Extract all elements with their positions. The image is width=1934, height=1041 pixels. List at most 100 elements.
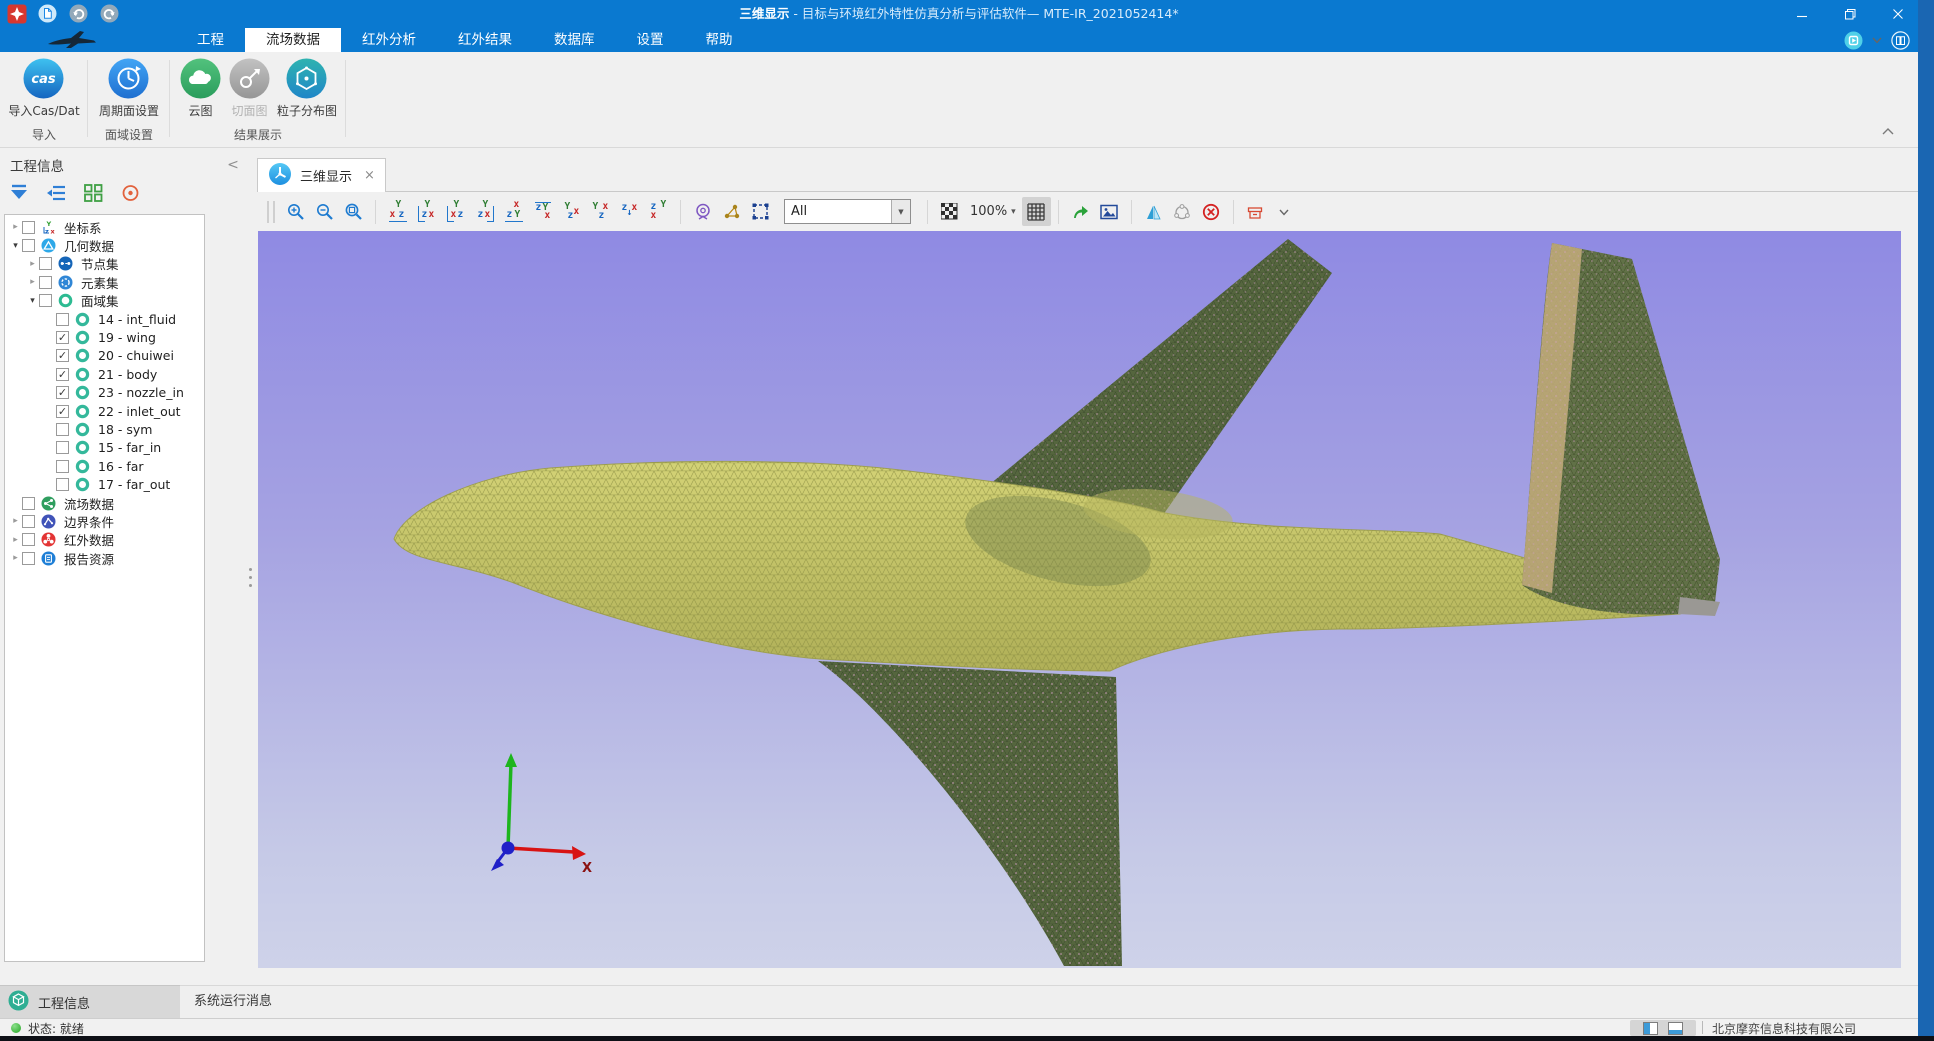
menu-tab-settings[interactable]: 设置 [616, 28, 685, 52]
view-iso-4-button[interactable]: zYx [644, 197, 673, 226]
close-button[interactable] [1882, 2, 1914, 26]
menu-tab-project[interactable]: 工程 [176, 28, 245, 52]
tree-checkbox-far-in[interactable] [56, 441, 69, 454]
undo-icon[interactable] [68, 3, 89, 24]
grid-toggle-button[interactable] [1022, 197, 1051, 226]
project-info-footer-button[interactable]: 工程信息 [0, 985, 180, 1018]
tree-item-chuiwei[interactable]: ✓20 - chuiwei [5, 347, 204, 365]
tree-checkbox-sym[interactable] [56, 423, 69, 436]
menu-tab-infrared-results[interactable]: 红外结果 [437, 28, 533, 52]
menu-tab-help[interactable]: 帮助 [685, 28, 754, 52]
tree-item-flow-field-data[interactable]: 流场数据 [5, 494, 204, 512]
tree-checkbox-chuiwei[interactable]: ✓ [56, 349, 69, 362]
chevron-down-icon[interactable] [1870, 33, 1884, 47]
view-back-button[interactable]: Yzx [412, 197, 441, 226]
panel-tool-locate[interactable] [117, 180, 143, 206]
media-icon[interactable] [1844, 31, 1863, 50]
menu-tab-infrared-analysis[interactable]: 红外分析 [341, 28, 437, 52]
package-button[interactable] [1241, 197, 1270, 226]
tree-item-body[interactable]: ✓21 - body [5, 365, 204, 383]
tree-item-coordinate-system[interactable]: ▸Yzx坐标系 [5, 218, 204, 236]
molecule-button[interactable] [717, 197, 746, 226]
tree-expander-icon[interactable]: ▸ [9, 516, 22, 526]
panel-left-toggle-icon[interactable] [1643, 1022, 1658, 1035]
tree-expander-icon[interactable]: ▾ [9, 241, 22, 251]
clear-button[interactable] [1197, 197, 1226, 226]
tree-expander-icon[interactable]: ▸ [9, 553, 22, 563]
tree-checkbox-boundary-conditions[interactable] [22, 515, 35, 528]
tree-checkbox-element-set[interactable] [39, 276, 52, 289]
zoom-in-button[interactable] [281, 197, 310, 226]
mirror-button[interactable] [1139, 197, 1168, 226]
tree-item-boundary-conditions[interactable]: ▸边界条件 [5, 512, 204, 530]
restore-button[interactable] [1834, 2, 1866, 26]
tree-item-sym[interactable]: 18 - sym [5, 420, 204, 438]
probe-button[interactable] [688, 197, 717, 226]
tree-item-far[interactable]: 16 - far [5, 457, 204, 475]
tree-item-far-in[interactable]: 15 - far_in [5, 439, 204, 457]
tree-checkbox-far-out[interactable] [56, 478, 69, 491]
tree-checkbox-int-fluid[interactable] [56, 313, 69, 326]
background-button[interactable] [935, 197, 964, 226]
tree-checkbox-report-resources[interactable] [22, 552, 35, 565]
ribbon-button-import-cas-dat[interactable]: cas导入Cas/Dat [8, 57, 79, 119]
tree-item-far-out[interactable]: 17 - far_out [5, 475, 204, 493]
tree-checkbox-body[interactable]: ✓ [56, 368, 69, 381]
package-more-button[interactable] [1270, 197, 1299, 226]
tree-expander-icon[interactable]: ▸ [9, 535, 22, 545]
tree-item-geometry-data[interactable]: ▾几何数据 [5, 236, 204, 254]
tree-item-element-set[interactable]: ▸元素集 [5, 273, 204, 291]
view-top-button[interactable]: xzY [499, 197, 528, 226]
tree-checkbox-inlet-out[interactable]: ✓ [56, 405, 69, 418]
combo-dropdown-icon[interactable]: ▼ [891, 200, 910, 223]
ribbon-button-particle-distribution[interactable]: 粒子分布图 [277, 57, 337, 119]
tree-checkbox-geometry-data[interactable] [22, 239, 35, 252]
view-iso-3-button[interactable]: z↓x [615, 197, 644, 226]
tree-expander-icon[interactable]: ▸ [26, 277, 39, 287]
ribbon-collapse-button[interactable] [1880, 122, 1896, 141]
ribbon-button-periodic-face-settings[interactable]: 周期面设置 [99, 57, 159, 119]
view-front-button[interactable]: Yxz [383, 197, 412, 226]
export-button[interactable] [1066, 197, 1095, 226]
display-mode-select[interactable]: All▼ [784, 199, 911, 224]
toolbar-handle[interactable] [267, 201, 275, 223]
tree-item-nozzle-in[interactable]: ✓23 - nozzle_in [5, 384, 204, 402]
tree-item-node-set[interactable]: ▸节点集 [5, 255, 204, 273]
book-icon[interactable] [1891, 31, 1910, 50]
tree-item-report-resources[interactable]: ▸报告资源 [5, 549, 204, 567]
tree-expander-icon[interactable]: ▸ [9, 222, 22, 232]
viewport-3d[interactable]: X [258, 231, 1901, 968]
box-select-button[interactable] [746, 197, 775, 226]
tree-checkbox-nozzle-in[interactable]: ✓ [56, 386, 69, 399]
tree-checkbox-wing[interactable]: ✓ [56, 331, 69, 344]
tree-item-inlet-out[interactable]: ✓22 - inlet_out [5, 402, 204, 420]
tree-expander-icon[interactable]: ▾ [26, 296, 39, 306]
panel-collapse-button[interactable]: < [224, 156, 242, 174]
tree-checkbox-flow-field-data[interactable] [22, 497, 35, 510]
panel-tool-filter[interactable] [6, 180, 32, 206]
menu-tab-database[interactable]: 数据库 [533, 28, 616, 52]
panel-tool-layout[interactable] [80, 180, 106, 206]
view-bottom-button[interactable]: zYx [528, 197, 557, 226]
document-icon[interactable] [37, 3, 58, 24]
redo-icon[interactable] [99, 3, 120, 24]
tree-item-infrared-data[interactable]: ▸红外数据 [5, 531, 204, 549]
tree-checkbox-face-set[interactable] [39, 294, 52, 307]
tree-item-face-set[interactable]: ▾面域集 [5, 292, 204, 310]
tree-item-int-fluid[interactable]: 14 - int_fluid [5, 310, 204, 328]
zoom-out-button[interactable] [310, 197, 339, 226]
panel-bottom-toggle-icon[interactable] [1668, 1022, 1683, 1035]
smooth-button[interactable] [1168, 197, 1197, 226]
tab-close-icon[interactable]: × [364, 168, 375, 183]
splitter-handle[interactable] [249, 568, 252, 571]
zoom-fit-button[interactable] [339, 197, 368, 226]
view-left-button[interactable]: Yxz [441, 197, 470, 226]
tab-view-3d[interactable]: 三维显示 × [257, 158, 386, 192]
tree-item-wing[interactable]: ✓19 - wing [5, 328, 204, 346]
view-right-button[interactable]: Yzx [470, 197, 499, 226]
tree-checkbox-far[interactable] [56, 460, 69, 473]
panel-tool-outline[interactable] [43, 180, 69, 206]
view-iso-2-button[interactable]: Yxz [586, 197, 615, 226]
ribbon-button-contour-plot[interactable]: 云图 [179, 57, 222, 119]
snapshot-button[interactable] [1095, 197, 1124, 226]
